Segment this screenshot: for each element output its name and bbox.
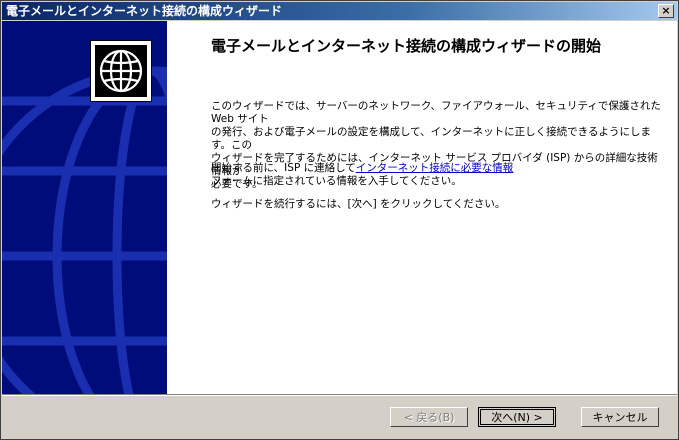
wizard-window: 電子メールとインターネット接続の構成ウィザード × 電子メールとインターネット接… (0, 0, 679, 440)
prerequisite-text: 開始する前に、ISP に連絡して (211, 162, 356, 174)
back-button[interactable]: < 戻る(B) (390, 407, 468, 427)
next-button[interactable]: 次へ(N) > (478, 407, 556, 427)
continue-instruction: ウィザードを続行するには、[次へ] をクリックしてください。 (211, 198, 506, 210)
cancel-button[interactable]: キャンセル (581, 407, 659, 427)
globe-icon (90, 40, 152, 102)
window-title: 電子メールとインターネット接続の構成ウィザード (6, 4, 283, 18)
intro-line-2: の発行、および電子メールの設定を構成して、インターネットに正しく接続できるように… (211, 126, 651, 151)
prerequisite-paragraph: 開始する前に、ISP に連絡してインターネット接続に必要な情報 フォームに指定さ… (211, 162, 661, 188)
close-button[interactable]: × (658, 4, 674, 18)
intro-line-1: このウィザードでは、サーバーのネットワーク、ファイアウォール、セキュリティで保護… (211, 100, 661, 125)
required-info-link[interactable]: インターネット接続に必要な情報 (356, 162, 514, 174)
footer-divider (2, 394, 677, 396)
prerequisite-line-2: フォームに指定されている情報を入手してください。 (211, 175, 462, 187)
page-title: 電子メールとインターネット接続の構成ウィザードの開始 (211, 37, 602, 55)
wizard-content: 電子メールとインターネット接続の構成ウィザードの開始 このウィザードでは、サーバ… (167, 21, 677, 394)
title-bar[interactable]: 電子メールとインターネット接続の構成ウィザード × (2, 2, 677, 20)
